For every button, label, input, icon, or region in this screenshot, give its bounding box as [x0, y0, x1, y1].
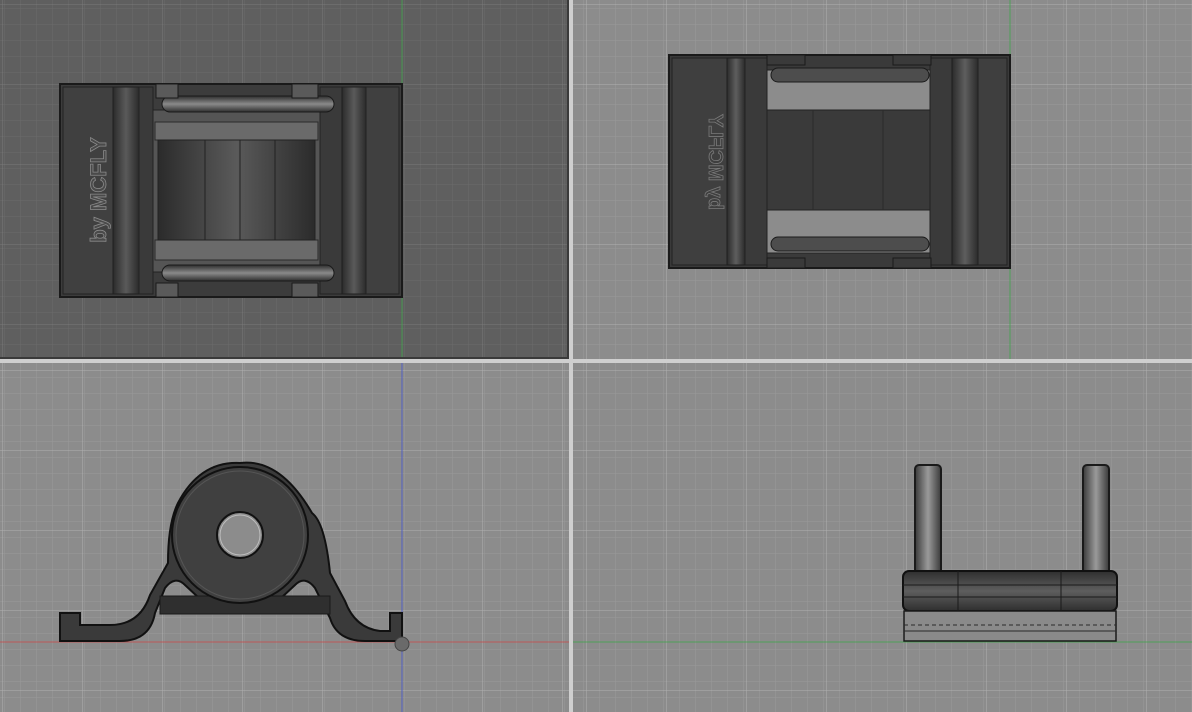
- viewport-right-canvas[interactable]: [573, 363, 1192, 712]
- part-top-view[interactable]: by MCFLY: [59, 83, 403, 298]
- part-bottom-view[interactable]: by MCFLY: [668, 54, 1011, 269]
- four-view-layout: by MCFLY by MCFLY: [0, 0, 1192, 712]
- viewport-right[interactable]: [573, 363, 1192, 712]
- viewport-bottom-canvas[interactable]: by MCFLY: [573, 0, 1192, 359]
- embossed-text: by MCFLY: [86, 137, 111, 243]
- origin-marker: [394, 636, 410, 652]
- viewport-top-canvas[interactable]: by MCFLY: [0, 0, 569, 359]
- viewport-front[interactable]: [0, 363, 569, 712]
- embossed-text-mirrored: by MCFLY: [704, 113, 726, 210]
- viewport-bottom[interactable]: by MCFLY: [573, 0, 1192, 359]
- viewport-front-canvas[interactable]: [0, 363, 569, 712]
- viewport-top[interactable]: by MCFLY: [0, 0, 569, 359]
